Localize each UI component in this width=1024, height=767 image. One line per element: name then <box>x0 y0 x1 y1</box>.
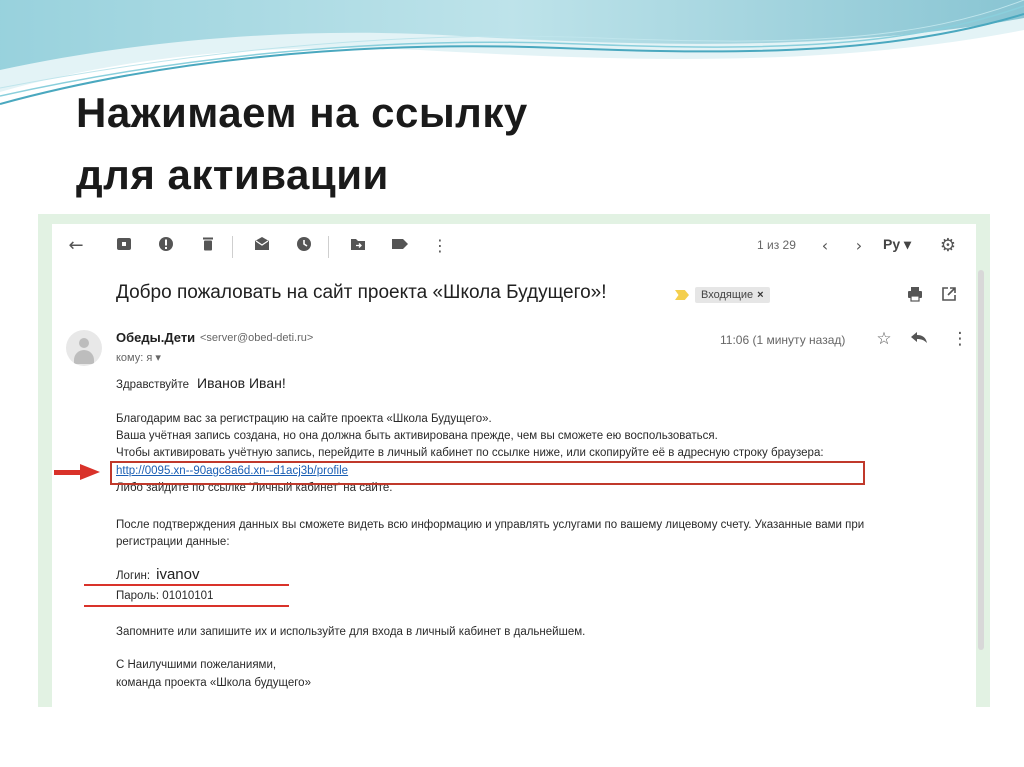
body-text-line: Запомните или запишите их и используйте … <box>116 626 586 638</box>
body-text-line: Чтобы активировать учётную запись, перей… <box>116 447 824 459</box>
sender-email: <server@obed-deti.ru> <box>200 332 314 344</box>
delete-icon[interactable] <box>198 236 218 256</box>
label-icon[interactable] <box>390 236 410 256</box>
move-to-icon[interactable] <box>348 236 368 256</box>
body-text-line: Благодарим вас за регистрацию на сайте п… <box>116 413 492 425</box>
toolbar-separator <box>328 236 329 258</box>
login-label: Логин: <box>116 570 151 582</box>
older-chevron-icon[interactable]: › <box>849 236 869 256</box>
reply-icon[interactable] <box>909 329 929 349</box>
slide-title-line-2: для активации <box>76 151 389 198</box>
print-icon[interactable] <box>906 286 924 304</box>
login-value: ivanov <box>156 566 200 583</box>
importance-marker-icon[interactable] <box>675 290 689 300</box>
pointer-arrow-icon <box>80 464 100 480</box>
greeting: Здравствуйте <box>116 379 190 391</box>
link-highlight-box <box>110 461 865 485</box>
greeting-name: Иванов Иван! <box>197 375 286 391</box>
pager-count: 1 из 29 <box>757 238 796 252</box>
archive-icon[interactable] <box>114 236 134 256</box>
star-icon[interactable]: ☆ <box>874 329 894 349</box>
email-subject: Добро пожаловать на сайт проекта «Школа … <box>116 282 607 303</box>
slide-title: Нажимаем на ссылку для активации <box>76 82 528 206</box>
more-vert-icon[interactable]: ⋮ <box>430 236 450 256</box>
more-vert-icon[interactable]: ⋮ <box>950 329 970 349</box>
email-toolbar: ← ⋮ 1 из 29 ‹ › Ру ▾ ⚙ <box>52 224 976 270</box>
pointer-arrow-shaft <box>54 470 82 475</box>
frame-top <box>38 214 990 224</box>
back-arrow-icon[interactable]: ← <box>66 236 86 256</box>
signature-line: С Наилучшими пожеланиями, <box>116 659 277 671</box>
newer-chevron-icon[interactable]: ‹ <box>815 236 835 256</box>
report-spam-icon[interactable] <box>156 236 176 256</box>
login-line: Логин: ivanov <box>116 567 199 584</box>
remove-label-icon[interactable]: × <box>757 289 763 301</box>
toolbar-separator <box>232 236 233 258</box>
open-new-window-icon[interactable] <box>940 286 958 304</box>
settings-gear-icon[interactable]: ⚙ <box>938 236 958 256</box>
slide-title-line-1: Нажимаем на ссылку <box>76 89 528 136</box>
body-text-line: регистрации данные: <box>116 536 230 548</box>
inbox-label-text: Входящие <box>701 289 754 301</box>
email-subject-row: Добро пожаловать на сайт проекта «Школа … <box>52 274 976 314</box>
inbox-label-chip[interactable]: Входящие × <box>695 287 770 303</box>
greeting-line: Здравствуйте Иванов Иван! <box>116 375 286 393</box>
scrollbar[interactable] <box>978 270 984 650</box>
recipient-details-toggle[interactable]: кому: я ▾ <box>116 351 161 364</box>
password-line: Пароль: 01010101 <box>116 590 214 602</box>
login-underline <box>84 584 289 586</box>
body-text-line: После подтверждения данных вы сможете ви… <box>116 519 865 531</box>
snooze-icon[interactable] <box>294 236 314 256</box>
sender-avatar[interactable] <box>66 330 102 366</box>
email-screenshot: ← ⋮ 1 из 29 ‹ › Ру ▾ ⚙ Добро пожаловать … <box>38 214 990 707</box>
sender-name[interactable]: Обеды.Дети <box>116 330 195 345</box>
email-sender-row: Обеды.Дети <server@obed-deti.ru> кому: я… <box>52 326 976 374</box>
input-language-button[interactable]: Ру ▾ <box>883 236 911 253</box>
email-timestamp: 11:06 (1 минуту назад) <box>720 333 846 347</box>
signature-line: команда проекта «Школа будущего» <box>116 677 311 689</box>
mark-unread-icon[interactable] <box>252 236 272 256</box>
body-text-line: Ваша учётная запись создана, но она долж… <box>116 430 718 442</box>
frame-left <box>38 214 52 707</box>
password-underline <box>84 605 289 607</box>
